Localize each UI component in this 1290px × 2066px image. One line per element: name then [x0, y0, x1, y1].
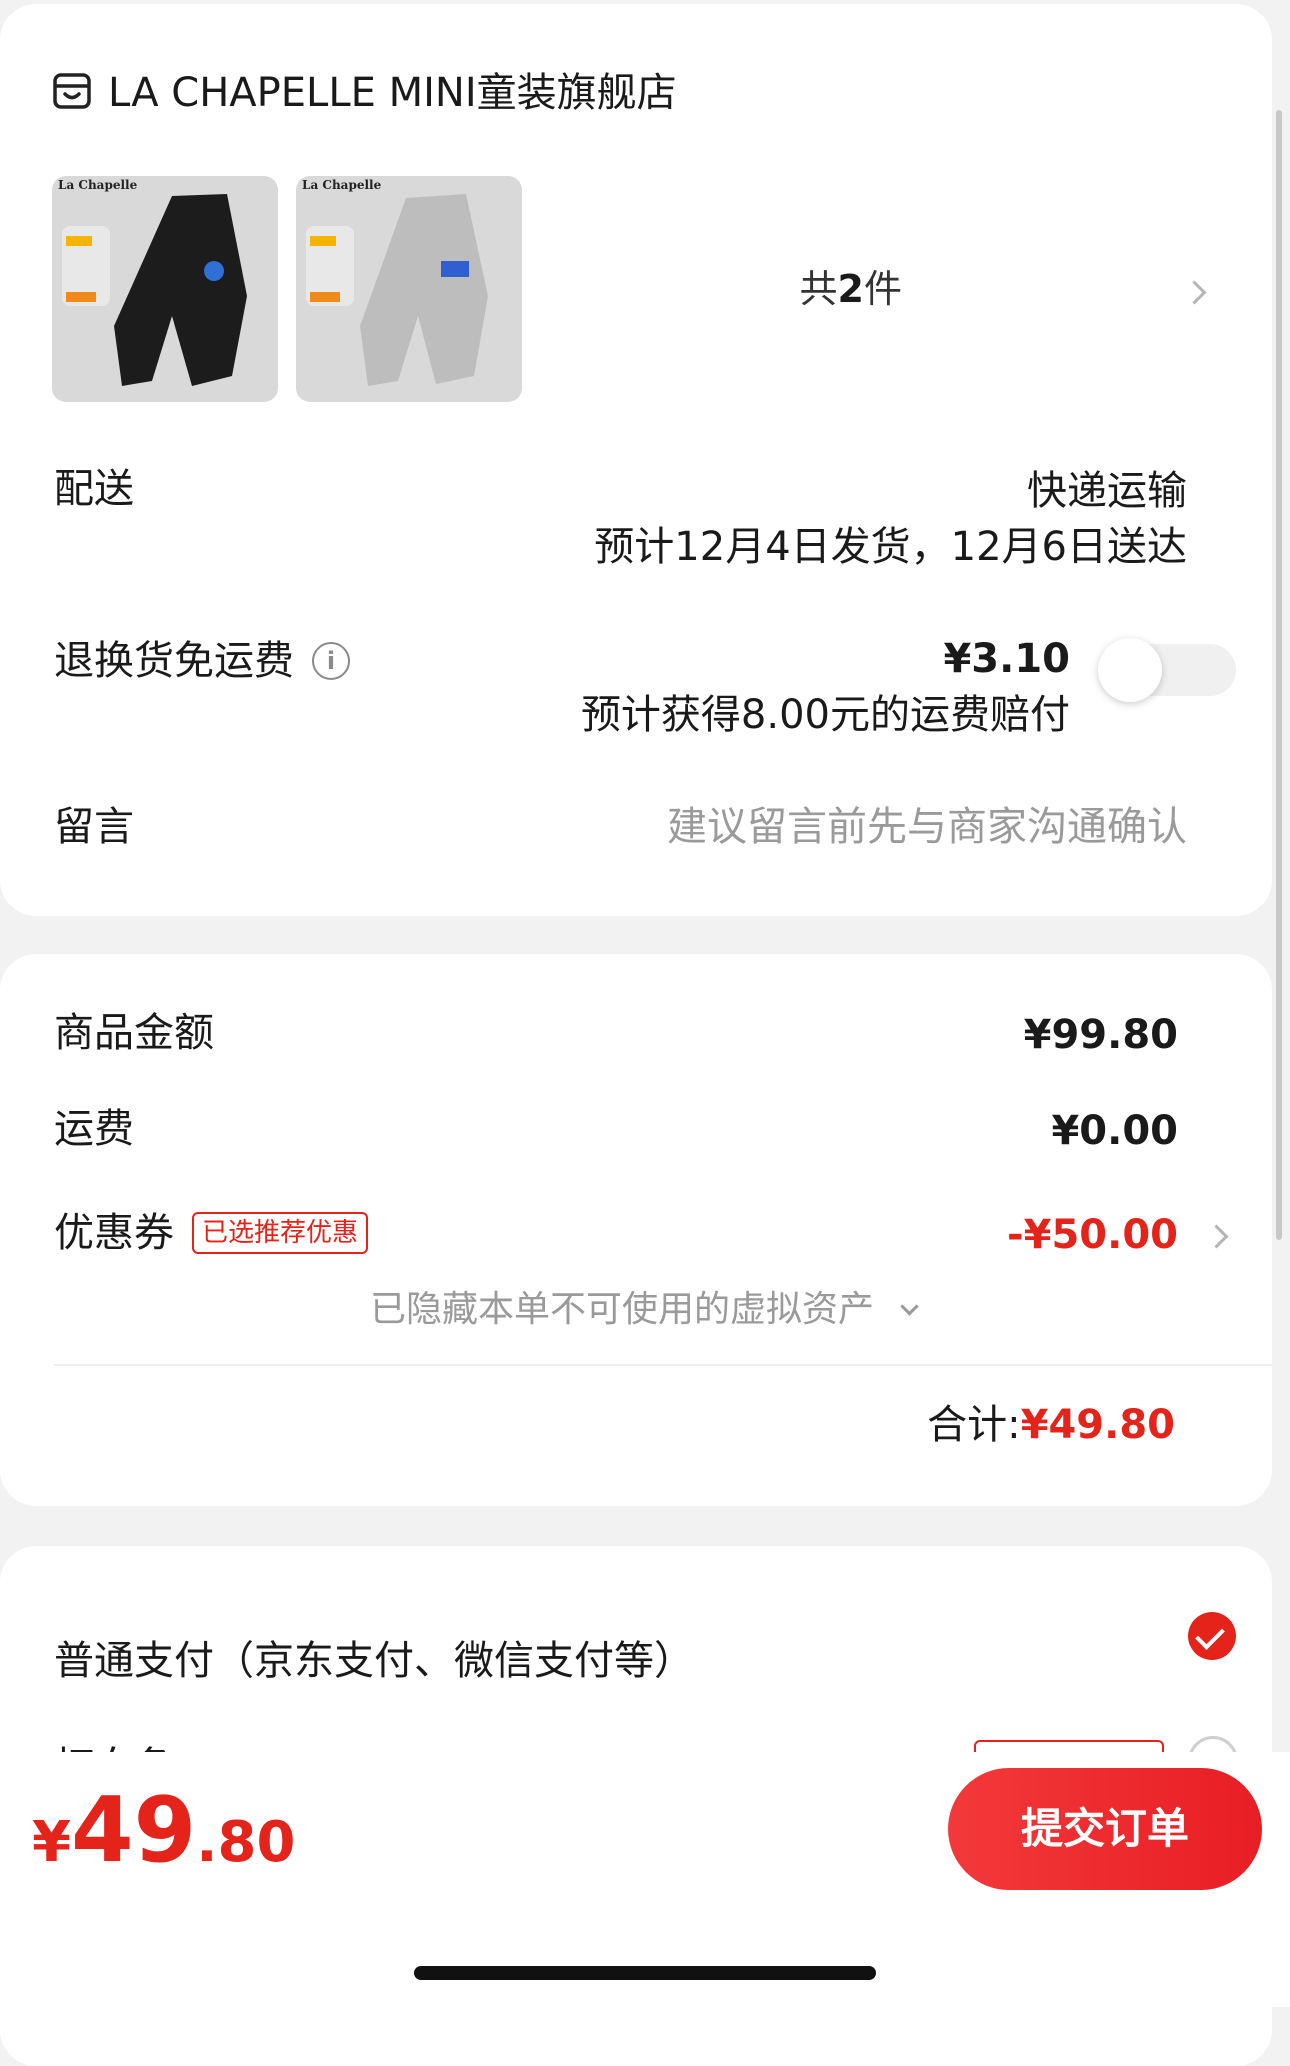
message-input[interactable]: 建议留言前先与商家沟通确认	[667, 802, 1187, 852]
return-shipping-toggle[interactable]	[1098, 638, 1236, 702]
payment-option-normal[interactable]: 普通支付（京东支付、微信支付等）	[54, 1636, 694, 1686]
shipping-fee-label: 运费	[54, 1106, 134, 1152]
footer-yen: ¥	[32, 1810, 71, 1875]
hidden-assets-text: 已隐藏本单不可使用的虚拟资产	[370, 1289, 875, 1330]
goods-amount-value: ¥99.80	[1023, 1012, 1178, 1058]
toggle-knob	[1098, 638, 1162, 702]
chevron-right-icon[interactable]	[1182, 280, 1207, 305]
black-pants-image	[62, 194, 247, 386]
item-count[interactable]: 共2件	[800, 264, 902, 314]
scrollbar[interactable]	[1276, 110, 1282, 1240]
return-shipping-price: ¥3.10	[943, 636, 1070, 682]
check-icon[interactable]	[1188, 1612, 1236, 1660]
goods-amount-label: 商品金额	[54, 1010, 214, 1056]
info-icon[interactable]: i	[312, 642, 350, 680]
return-shipping-note: 预计获得8.00元的运费赔付	[580, 692, 1070, 738]
coupon-badge: 已选推荐优惠	[192, 1212, 369, 1254]
divider	[54, 1364, 1272, 1366]
chevron-down-icon	[900, 1297, 920, 1316]
hidden-assets-toggle[interactable]: 已隐藏本单不可使用的虚拟资产	[370, 1286, 920, 1334]
coupon-label: 优惠券	[54, 1210, 174, 1256]
store-name[interactable]: LA CHAPELLE MINI童装旗舰店	[108, 66, 677, 120]
total-value: ¥49.80	[1020, 1402, 1175, 1448]
coupon-value[interactable]: -¥50.00	[1007, 1210, 1178, 1260]
home-indicator[interactable]	[414, 1966, 876, 1980]
product-thumbnail[interactable]: La Chapelle	[52, 176, 278, 402]
shipping-fee-value: ¥0.00	[1051, 1108, 1178, 1154]
return-shipping-label: 退换货免运费	[54, 638, 294, 684]
order-total: 合计:¥49.80	[927, 1398, 1175, 1452]
footer-total-int: 49	[70, 1778, 197, 1883]
submit-order-button[interactable]: 提交订单	[948, 1768, 1262, 1890]
price-summary-card: 商品金额 ¥99.80 运费 ¥0.00 优惠券 已选推荐优惠 -¥50.00 …	[0, 954, 1272, 1506]
total-label: 合计:	[927, 1402, 1021, 1448]
grey-pants-image	[306, 194, 488, 386]
product-thumbnail[interactable]: La Chapelle	[296, 176, 522, 402]
chevron-right-icon[interactable]	[1204, 1224, 1229, 1249]
delivery-label: 配送	[54, 466, 134, 512]
delivery-estimate: 预计12月4日发货，12月6日送达	[594, 524, 1187, 570]
footer-total-dec: .80	[196, 1810, 296, 1875]
footer-total: ¥49.80	[32, 1778, 295, 1883]
store-icon	[53, 73, 91, 109]
order-card: LA CHAPELLE MINI童装旗舰店 La Chapelle La Cha…	[0, 4, 1272, 916]
delivery-method[interactable]: 快递运输	[1027, 466, 1187, 516]
message-label: 留言	[54, 804, 134, 850]
